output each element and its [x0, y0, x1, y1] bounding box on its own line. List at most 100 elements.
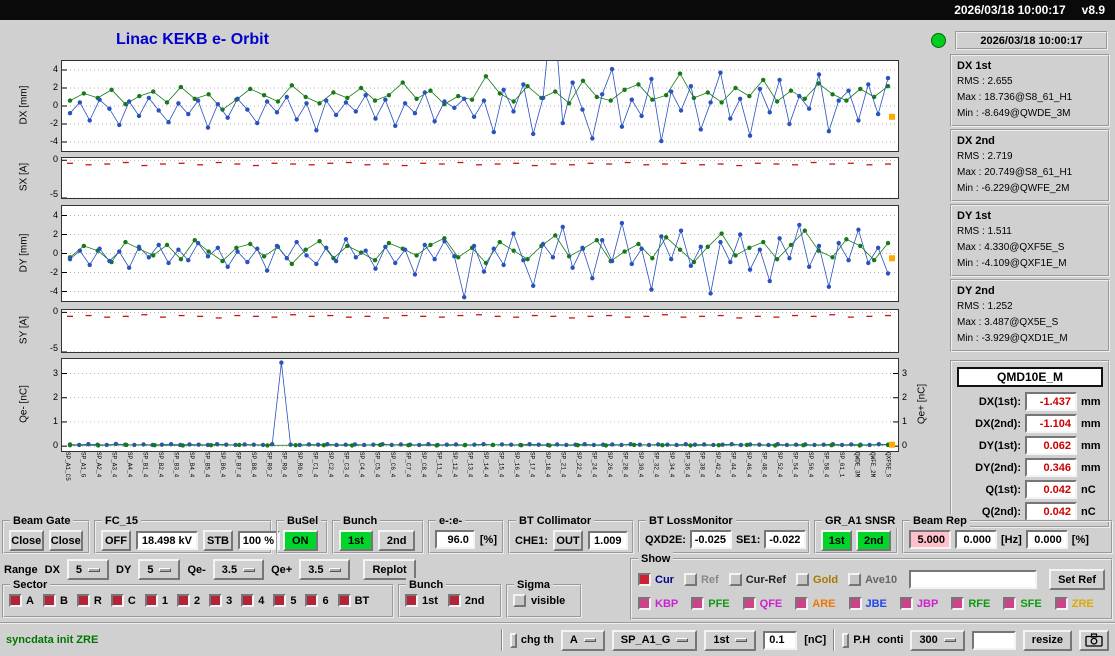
sector-label: A — [26, 594, 34, 607]
replot-button[interactable]: Replot — [363, 559, 416, 580]
x-axis-label: SP_61_1 — [838, 452, 846, 478]
application-window: 2026/03/18 10:00:17 v8.9 Linac KEKB e- O… — [0, 0, 1115, 656]
bunch-bottom-checkbox-1st[interactable] — [405, 594, 418, 607]
show-checkbox-KBP[interactable] — [638, 597, 651, 610]
bpm-row-unit: mm — [1081, 395, 1101, 408]
bpm-row: DX(2nd): -1.104 mm — [957, 414, 1103, 433]
bpm-row-label: DX(2nd): — [975, 417, 1021, 430]
stat-line: Min : -6.229@QWFE_2M — [957, 183, 1070, 194]
show-checkbox-Cur[interactable] — [638, 573, 651, 586]
sector-checkbox-3[interactable] — [209, 594, 223, 607]
sector-checkbox-BT[interactable] — [337, 594, 351, 607]
range-qep-dropdown[interactable]: 3.5 — [299, 559, 351, 580]
y-tick-label: -4 — [49, 136, 58, 146]
bunch-bottom-checkbox-2nd[interactable] — [447, 594, 461, 607]
sector-item: 1 — [144, 594, 168, 607]
y-tick-label: 0 — [52, 154, 58, 165]
y-tick-label: 2 — [52, 228, 58, 239]
sector-label: 3 — [226, 594, 233, 607]
show-checkbox-ARE[interactable] — [795, 597, 809, 610]
sector-checkbox-2[interactable] — [176, 594, 190, 607]
stat-line: RMS : 2.719 — [957, 151, 1013, 162]
gr-a1-1st-button[interactable]: 1st — [821, 530, 853, 551]
range-qem-dropdown[interactable]: 3.5 — [212, 559, 265, 580]
y-tick-label: 0 — [52, 247, 58, 258]
plot-sx — [61, 157, 899, 199]
sector-checkbox-1[interactable] — [144, 594, 158, 607]
stat-title: DY 2nd — [957, 285, 995, 297]
x-axis-label: SP_C5_4 — [373, 452, 381, 478]
show-checkbox-Cur-Ref[interactable] — [728, 573, 742, 586]
beam-gate-close-1-button[interactable]: Close — [9, 530, 44, 551]
sector-checkbox-5[interactable] — [273, 594, 287, 607]
show-checkbox-Gold[interactable] — [796, 573, 810, 586]
chg-th-checkbox[interactable] — [509, 632, 517, 648]
plot-q — [61, 358, 899, 452]
y-tick-label: 0 — [902, 440, 908, 451]
sector-checkbox-6[interactable] — [305, 594, 319, 607]
gr-a1-2nd-button[interactable]: 2nd — [856, 530, 891, 551]
fc15-stb-button[interactable]: STB — [203, 530, 233, 551]
x-axis-label: SP_15_4 — [497, 452, 505, 478]
bunch-1st-button[interactable]: 1st — [339, 530, 373, 551]
beam-gate-close-2-button[interactable]: Close — [48, 530, 83, 551]
x-axis-label: SP_38_4 — [698, 452, 706, 478]
show-checkbox-SFE[interactable] — [1003, 597, 1017, 610]
busel-label: BuSel — [284, 514, 322, 528]
show-checkbox-JBP[interactable] — [899, 597, 913, 610]
bunch-2nd-button[interactable]: 2nd — [377, 530, 416, 551]
show-item-label: Ave10 — [865, 573, 898, 586]
ref-input[interactable] — [909, 570, 1038, 589]
show-item: ARE — [795, 597, 836, 610]
sector-checkbox-B[interactable] — [42, 594, 56, 607]
x-axis-label: SP_B4_4 — [187, 452, 195, 478]
bpm-select-dropdown[interactable]: SP_A1_G — [611, 629, 698, 651]
interval-dropdown[interactable]: 300 — [910, 629, 965, 651]
bunch-top-label: Bunch — [340, 514, 381, 528]
show-checkbox-Ref[interactable] — [683, 573, 697, 586]
statusbar-input[interactable] — [971, 630, 1016, 650]
ph-toggle: P.H — [842, 632, 870, 648]
x-axis-label: SP_44_4 — [729, 452, 737, 478]
beam-rep-read-value: 0.000 — [955, 530, 997, 549]
mode-value: A — [569, 634, 578, 646]
range-qep-label: Qe+ — [271, 563, 293, 576]
range-dx-dropdown[interactable]: 5 — [66, 559, 110, 580]
camera-button[interactable] — [1079, 629, 1109, 651]
resize-button[interactable]: resize — [1022, 629, 1072, 651]
x-axis-label: SP_52_4 — [776, 452, 784, 478]
sector-checkbox-R[interactable] — [76, 594, 90, 607]
range-qep-value: 3.5 — [308, 563, 324, 576]
stat-box: DX 1st RMS : 2.655 Max : 18.736@S8_61_H1 Mi… — [950, 54, 1110, 127]
sector-label: 1 — [161, 594, 168, 607]
show-checkbox-RFE[interactable] — [951, 597, 965, 610]
sector-checkbox-A[interactable] — [9, 594, 22, 607]
x-axis-label: SP_56_4 — [807, 452, 815, 478]
show-checkbox-QFE[interactable] — [742, 597, 756, 610]
show-item: Cur-Ref — [728, 573, 786, 586]
threshold-input[interactable] — [763, 630, 798, 650]
ph-checkbox[interactable] — [842, 632, 850, 648]
bunch-select-dropdown[interactable]: 1st — [704, 629, 757, 651]
sector-checkbox-C[interactable] — [110, 594, 124, 607]
range-dy-dropdown[interactable]: 5 — [138, 559, 181, 580]
bpm-row-label: DX(1st): — [978, 395, 1021, 408]
show-checkbox-Ave10[interactable] — [848, 573, 862, 586]
mode-dropdown[interactable]: A — [560, 629, 605, 651]
sector-checkbox-4[interactable] — [241, 594, 255, 607]
fc15-off-button[interactable]: OFF — [101, 530, 131, 551]
set-ref-button[interactable]: Set Ref — [1049, 569, 1105, 590]
sigma-visible-checkbox[interactable] — [513, 594, 526, 607]
che1-out-button[interactable]: OUT — [553, 530, 584, 551]
busel-on-button[interactable]: ON — [283, 530, 318, 551]
x-axis-label: SP_C2_4 — [327, 452, 335, 478]
show-checkbox-ZRE[interactable] — [1054, 597, 1068, 610]
show-item-label: Ref — [700, 573, 719, 586]
bpm-row-unit: mm — [1081, 439, 1101, 452]
stat-box: DY 2nd RMS : 1.252 Max : 3.487@QX5E_S Min :… — [950, 279, 1110, 352]
show-checkbox-PFE[interactable] — [691, 597, 705, 610]
x-axis-label: QWDE_3M — [853, 452, 861, 478]
show-checkbox-JBE[interactable] — [848, 597, 862, 610]
range-label: Range — [4, 563, 38, 576]
sector-item: 6 — [305, 594, 329, 607]
